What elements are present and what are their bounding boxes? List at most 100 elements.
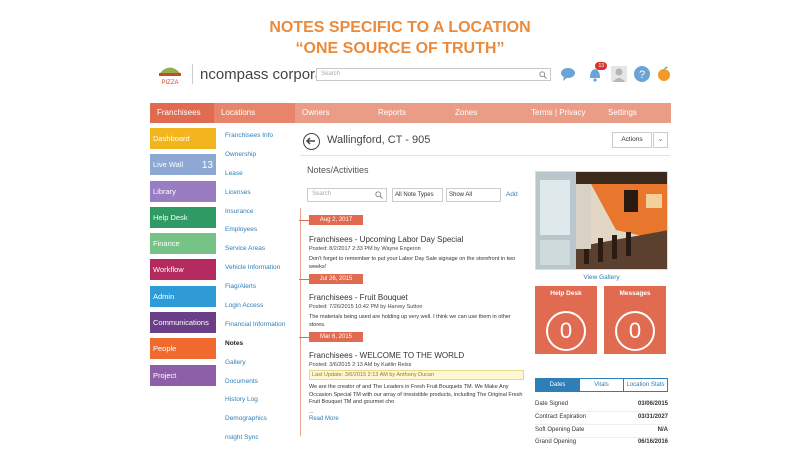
nav-settings[interactable]: Settings (601, 103, 671, 123)
note-ellipsis: ... (309, 408, 314, 415)
subnav-licenses[interactable]: Licenses (225, 187, 297, 206)
nav-locations[interactable]: Locations (214, 103, 295, 123)
info-value: 03/06/2015 (637, 401, 668, 407)
back-button[interactable] (303, 133, 320, 150)
slide-headline: NOTES SPECIFIC TO A LOCATION “ONE SOURCE… (0, 0, 800, 59)
global-search-placeholder: Search (321, 71, 341, 77)
view-gallery-link[interactable]: View Gallery (535, 274, 668, 281)
location-title: Wallingford, CT - 905 (327, 134, 431, 146)
svg-text:?: ? (639, 69, 645, 81)
sidebar-item-help-desk[interactable]: Help Desk (150, 206, 216, 228)
info-value: 06/16/2016 (637, 439, 668, 445)
timeline-line (300, 208, 301, 436)
actions-button[interactable]: Actions (612, 132, 652, 148)
notifications-button[interactable]: 13 (586, 62, 607, 83)
subnav-lease[interactable]: Lease (225, 168, 297, 187)
add-note-link[interactable]: Add (506, 191, 518, 198)
info-row-soft-opening: Soft Opening Date N/A (535, 427, 668, 433)
pizza-logo[interactable]: PIZZA (156, 62, 184, 86)
module-sidebar: Dashboard Live Wall 13 Library Help Desk … (150, 128, 216, 391)
subnav-notes[interactable]: Notes (225, 338, 297, 357)
sidebar-item-finance[interactable]: Finance (150, 233, 216, 255)
chat-icon[interactable] (560, 65, 578, 83)
sidebar-item-label: Communications (153, 318, 209, 328)
sidebar-item-library[interactable]: Library (150, 180, 216, 202)
nav-franchisees[interactable]: Franchisees (150, 103, 214, 123)
sidebar-item-workflow[interactable]: Workflow (150, 259, 216, 281)
nav-zones[interactable]: Zones (448, 103, 524, 123)
subnav-documents[interactable]: Documents (225, 376, 297, 395)
nav-terms-privacy[interactable]: Terms | Privacy (524, 103, 601, 123)
messages-stat-value: 0 (615, 311, 655, 351)
subnav-history-log[interactable]: History Log (225, 394, 297, 413)
note-entry: Franchisees - Fruit Bouquet Posted: 7/26… (309, 293, 524, 329)
notes-search-placeholder: Search (312, 191, 332, 197)
actions-dropdown-toggle[interactable]: ⌄ (653, 132, 668, 148)
sidebar-item-communications[interactable]: Communications (150, 312, 216, 334)
subnav-gallery[interactable]: Gallery (225, 357, 297, 376)
info-divider (535, 424, 668, 425)
subnav-ownership[interactable]: Ownership (225, 149, 297, 168)
help-icon[interactable]: ? (633, 65, 651, 83)
tab-location-stats[interactable]: Location Stats (623, 379, 667, 391)
note-body: The materials being used are holding up … (309, 314, 511, 328)
search-icon[interactable] (375, 191, 383, 199)
note-title[interactable]: Franchisees - Upcoming Labor Day Special (309, 235, 524, 244)
note-type-select[interactable]: All Note Types (392, 188, 443, 202)
info-value: 03/31/2027 (637, 414, 668, 420)
read-more-link[interactable]: Read More (309, 416, 524, 422)
tab-dates[interactable]: Dates (536, 379, 579, 391)
help-desk-stat[interactable]: Help Desk 0 (535, 286, 597, 354)
notification-badge: 13 (595, 62, 607, 70)
note-title[interactable]: Franchisees - WELCOME TO THE WORLD (309, 351, 524, 360)
timeline-tick (299, 220, 309, 221)
brand-divider (192, 64, 193, 84)
subnav-financial-information[interactable]: Financial Information (225, 319, 297, 338)
arrow-left-icon (305, 137, 315, 145)
global-search-input[interactable]: Search (316, 68, 551, 81)
sidebar-item-label: Workflow (153, 265, 184, 275)
tab-vitals[interactable]: Vitals (579, 379, 623, 391)
info-row-grand-opening: Grand Opening 06/16/2016 (535, 439, 668, 445)
subnav-employees[interactable]: Employees (225, 224, 297, 243)
location-photo[interactable] (535, 171, 668, 270)
note-title[interactable]: Franchisees - Fruit Bouquet (309, 293, 524, 302)
sidebar-item-admin[interactable]: Admin (150, 285, 216, 307)
headline-line-2: “ONE SOURCE OF TRUTH” (295, 40, 505, 57)
info-label: Date Signed (535, 401, 569, 407)
sidebar-item-people[interactable]: People (150, 338, 216, 360)
top-bar: PIZZA ncompass corporate Search 13 ? (150, 60, 671, 90)
help-desk-stat-value: 0 (546, 311, 586, 351)
show-filter-value: Show All (449, 192, 473, 198)
subnav-vehicle-information[interactable]: Vehicle Information (225, 262, 297, 281)
sidebar-item-project[interactable]: Project (150, 364, 216, 386)
user-avatar-icon[interactable] (610, 65, 628, 83)
sidebar-item-dashboard[interactable]: Dashboard (150, 128, 216, 149)
live-wall-count: 13 (201, 160, 213, 172)
search-icon[interactable] (539, 71, 547, 79)
info-value: N/A (657, 427, 668, 433)
nav-owners[interactable]: Owners (295, 103, 371, 123)
subnav-flag-alerts[interactable]: Flag/Alerts (225, 281, 297, 300)
messages-stat[interactable]: Messages 0 (604, 286, 666, 354)
show-filter-select[interactable]: Show All (446, 188, 501, 202)
notes-search-input[interactable]: Search (307, 188, 387, 202)
timeline-tick (299, 279, 309, 280)
info-label: Soft Opening Date (535, 427, 585, 433)
info-row-date-signed: Date Signed 03/06/2015 (535, 401, 668, 407)
sidebar-item-label: Live Wall (153, 160, 184, 170)
sidebar-item-label: People (153, 344, 177, 354)
info-label: Contract Expiration (535, 414, 587, 420)
info-row-contract-expiration: Contract Expiration 03/31/2027 (535, 414, 668, 420)
subnav-insurance[interactable]: Insurance (225, 206, 297, 225)
subnav-service-areas[interactable]: Service Areas (225, 243, 297, 262)
last-update-notice: Last Update: 3/6/2015 2:13 AM by Anthony… (309, 370, 524, 380)
nav-reports[interactable]: Reports (371, 103, 448, 123)
subnav-demographics[interactable]: Demographics (225, 413, 297, 432)
orange-profile-icon[interactable] (655, 65, 673, 83)
subnav-franchisees-info[interactable]: Franchisees Info (225, 130, 297, 149)
subnav-login-access[interactable]: Login Access (225, 300, 297, 319)
subnav-nsight-sync[interactable]: nsight Sync (225, 432, 297, 450)
note-meta: Posted: 3/6/2015 2:13 AM by Kaitlin Reis… (309, 362, 412, 368)
sidebar-item-live-wall[interactable]: Live Wall 13 (150, 154, 216, 176)
